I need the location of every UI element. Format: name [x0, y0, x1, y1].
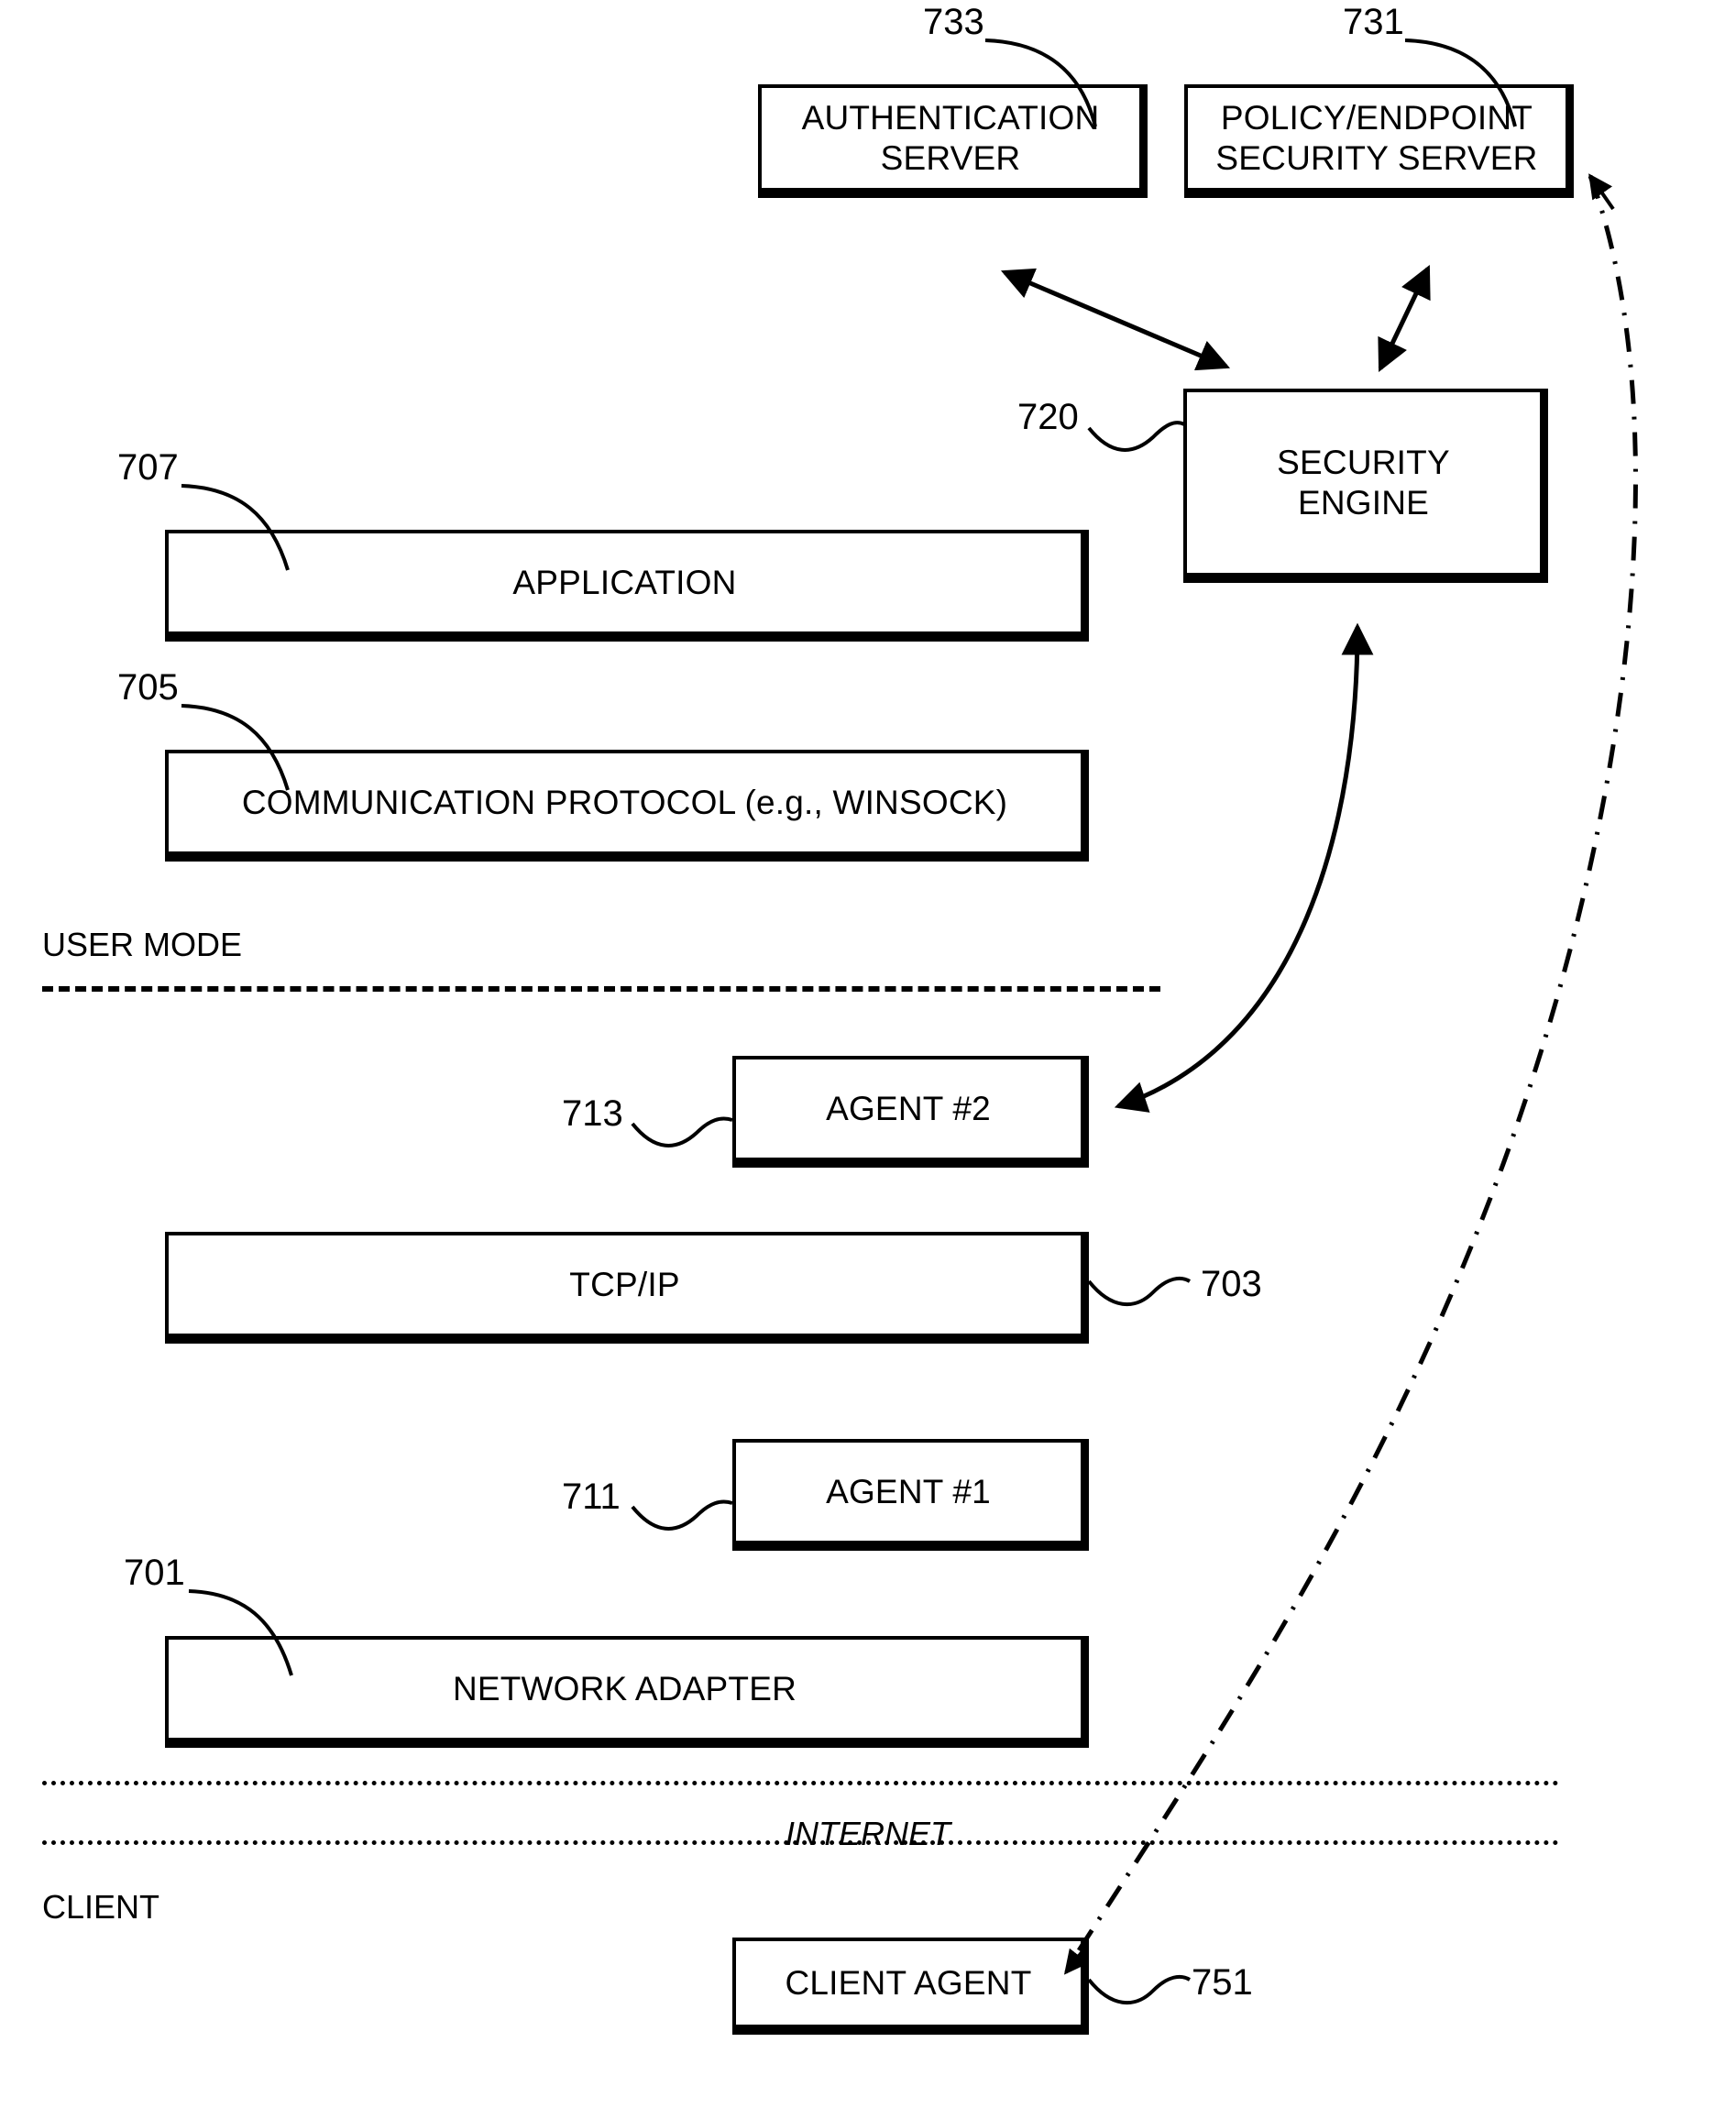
node-security-engine[interactable]: SECURITY ENGINE	[1183, 389, 1548, 583]
reference-numeral-720: 720	[1017, 397, 1079, 437]
node-agent-1[interactable]: AGENT #1	[732, 1439, 1089, 1551]
node-client-agent-label: CLIENT AGENT	[785, 1963, 1032, 2002]
leader-751	[1087, 1974, 1192, 2005]
region-label-user-mode: USER MODE	[42, 926, 243, 963]
node-authentication-server[interactable]: AUTHENTICATION SERVER	[758, 84, 1148, 198]
node-agent-1-label: AGENT #1	[826, 1472, 991, 1510]
reference-numeral-707: 707	[117, 447, 179, 488]
node-tcp-ip[interactable]: TCP/IP	[165, 1232, 1089, 1344]
patent-figure: SECURITY ENGINE --> SECURITY ENGINE --> …	[0, 0, 1736, 2119]
reference-numeral-733: 733	[923, 2, 984, 42]
reference-numeral-713: 713	[562, 1093, 623, 1134]
connector-security-agent2	[1114, 622, 1374, 1113]
connector-auth-security	[1000, 268, 1231, 371]
node-application-label: APPLICATION	[512, 563, 737, 601]
region-label-internet: INTERNET	[786, 1815, 950, 1852]
connector-policy-security	[1378, 265, 1431, 372]
leader-720	[1087, 421, 1185, 452]
node-policy-endpoint-security-server-label: POLICY/ENDPOINT SECURITY SERVER	[1215, 98, 1538, 177]
node-security-engine-label: SECURITY ENGINE	[1277, 443, 1450, 522]
arrowhead-policy-inbound	[1588, 173, 1615, 211]
reference-numeral-703: 703	[1201, 1264, 1262, 1304]
node-agent-2-label: AGENT #2	[826, 1089, 991, 1127]
node-tcp-ip-label: TCP/IP	[569, 1265, 680, 1303]
reference-numeral-705: 705	[117, 667, 179, 708]
region-label-client: CLIENT	[42, 1888, 160, 1926]
node-client-agent[interactable]: CLIENT AGENT	[732, 1938, 1089, 2035]
leader-703	[1087, 1276, 1192, 1307]
divider-user-mode	[42, 986, 1160, 992]
reference-numeral-731: 731	[1343, 2, 1404, 42]
node-agent-2[interactable]: AGENT #2	[732, 1056, 1089, 1168]
node-application[interactable]: APPLICATION	[165, 530, 1089, 642]
node-policy-endpoint-security-server[interactable]: POLICY/ENDPOINT SECURITY SERVER	[1184, 84, 1574, 198]
reference-numeral-711: 711	[562, 1477, 621, 1517]
divider-internet-top	[42, 1781, 1559, 1785]
node-communication-protocol-label: COMMUNICATION PROTOCOL (e.g., WINSOCK)	[241, 783, 1008, 821]
reference-numeral-751: 751	[1192, 1962, 1253, 2003]
node-network-adapter-label: NETWORK ADAPTER	[452, 1669, 797, 1707]
leader-713	[631, 1116, 733, 1147]
leader-711	[631, 1499, 733, 1531]
node-network-adapter[interactable]: NETWORK ADAPTER	[165, 1636, 1089, 1748]
node-communication-protocol[interactable]: COMMUNICATION PROTOCOL (e.g., WINSOCK)	[165, 750, 1089, 862]
reference-numeral-701: 701	[124, 1553, 185, 1593]
node-authentication-server-label: AUTHENTICATION SERVER	[801, 98, 1100, 177]
